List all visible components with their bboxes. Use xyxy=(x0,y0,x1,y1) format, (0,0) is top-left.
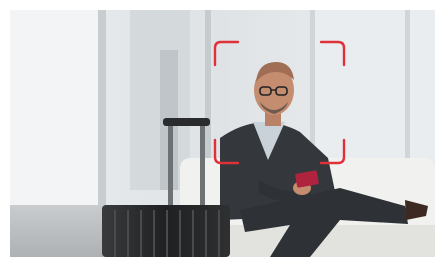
left-window-panel xyxy=(10,10,105,210)
window-frame xyxy=(98,10,106,220)
airport-lounge-photo xyxy=(10,10,435,257)
photo-illustration xyxy=(10,10,435,257)
